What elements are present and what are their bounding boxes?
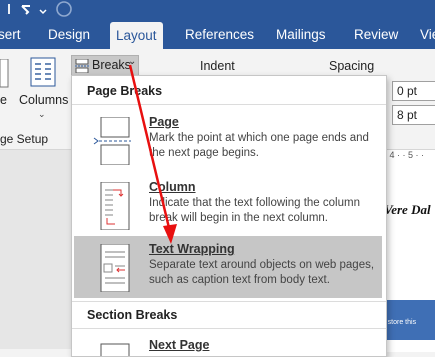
chevron-down-icon[interactable]: ⌄ — [38, 109, 46, 120]
spacing-before-field[interactable]: 0 pt — [392, 81, 435, 101]
document-text: Vere Dal — [384, 202, 431, 217]
page-setup-group-label: ge Setup — [0, 132, 49, 146]
tab-layout[interactable]: Layout — [110, 22, 163, 49]
spacing-after-field[interactable]: 8 pt — [392, 105, 435, 125]
tab-review[interactable]: Review — [354, 27, 398, 42]
menu-item-title: Next Page — [149, 338, 210, 352]
title-bar — [0, 0, 435, 22]
menu-item-description: Indicate that the text following the col… — [149, 197, 360, 224]
indent-label: Indent — [200, 59, 235, 73]
menu-item-text-wrapping-break[interactable]: Text Wrapping Separate text around objec… — [74, 236, 382, 298]
tab-design[interactable]: Design — [48, 27, 90, 42]
columns-icon[interactable] — [30, 57, 56, 87]
quick-access-icons[interactable] — [0, 0, 120, 22]
divider — [72, 328, 386, 329]
column-break-icon — [100, 182, 130, 230]
margins-icon[interactable] — [0, 59, 10, 89]
breaks-label: Breaks — [92, 58, 131, 72]
columns-button-label[interactable]: Columns — [19, 93, 68, 107]
page-breaks-header: Page Breaks — [87, 84, 163, 98]
tab-view[interactable]: Vie — [420, 27, 435, 42]
tab-insert[interactable]: sert — [0, 27, 21, 42]
menu-item-title: Text Wrapping — [149, 242, 235, 256]
menu-item-page-break[interactable]: Page Mark the point at which one page en… — [74, 109, 382, 171]
spacing-label: Spacing — [329, 59, 375, 73]
section-breaks-header: Section Breaks — [87, 308, 178, 322]
menu-item-title: Column — [149, 180, 196, 194]
menu-item-title: Page — [149, 115, 179, 129]
menu-item-description: Separate text around objects on web page… — [149, 259, 375, 286]
text-wrapping-break-icon — [100, 244, 130, 292]
ribbon-tab-bar: sert Design Layout References Mailings R… — [0, 22, 435, 49]
divider — [72, 301, 386, 302]
tab-mailings[interactable]: Mailings — [276, 27, 326, 42]
breaks-chevron-icon: ⌄ — [128, 56, 137, 67]
breaks-icon — [75, 59, 89, 73]
page-break-icon — [93, 117, 131, 165]
breaks-dropdown-menu: Page Breaks Page Mark the point at which… — [71, 75, 387, 357]
menu-item-column-break[interactable]: Column Indicate that the text following … — [74, 174, 382, 236]
menu-item-next-page-section[interactable]: Next Page — [74, 332, 382, 356]
next-page-section-icon — [100, 343, 130, 356]
divider — [72, 104, 386, 105]
margins-button-label[interactable]: e — [0, 93, 7, 107]
menu-item-description: Mark the point at which one page ends an… — [149, 132, 369, 159]
breaks-button[interactable]: Breaks ⌄ — [71, 55, 139, 77]
tab-references[interactable]: References — [185, 27, 254, 42]
